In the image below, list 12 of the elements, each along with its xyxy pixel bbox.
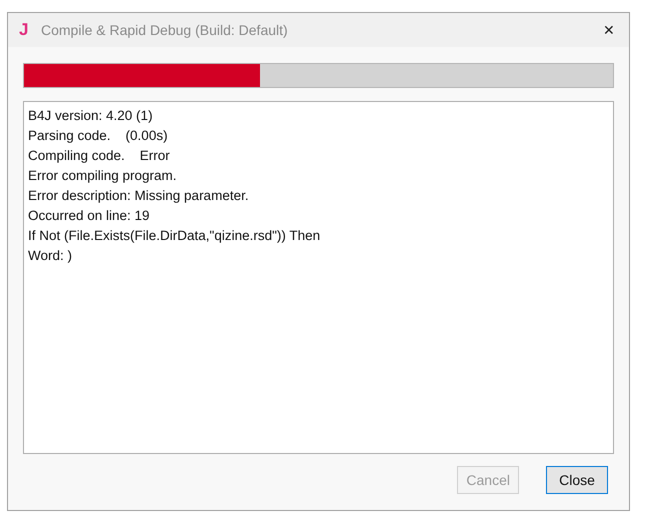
log-line: Error compiling program.	[28, 167, 178, 185]
log-line: B4J version: 4.20 (1)	[28, 107, 154, 125]
app-icon: J	[19, 20, 31, 40]
log-line: Parsing code. (0.00s)	[28, 127, 169, 145]
log-line: Compiling code. Error	[28, 147, 171, 165]
window-title: Compile & Rapid Debug (Build: Default)	[41, 22, 289, 38]
close-button[interactable]: ✕	[599, 22, 619, 38]
log-line: Occurred on line: 19	[28, 207, 151, 225]
log-line: Error description: Missing parameter.	[28, 187, 250, 205]
close-dialog-button[interactable]: Close	[546, 466, 608, 494]
log-line: Word: )	[28, 247, 74, 265]
log-line: If Not (File.Exists(File.DirData,"qizine.rsd")) Then	[28, 227, 322, 245]
